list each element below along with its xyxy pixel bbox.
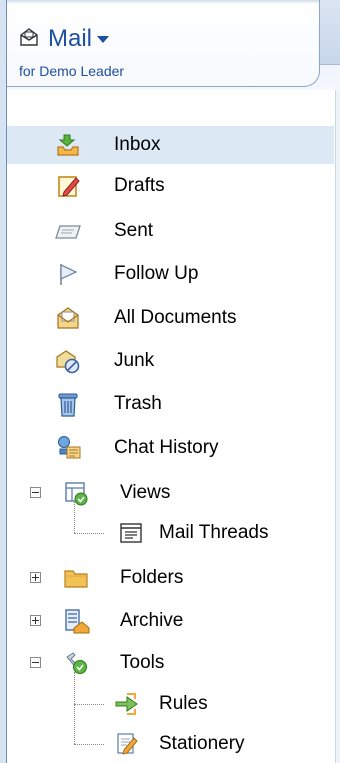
junk-icon bbox=[54, 347, 82, 375]
header-strip bbox=[320, 0, 340, 65]
nav-item-folders[interactable]: Folders bbox=[7, 559, 334, 597]
stationery-icon bbox=[113, 730, 141, 758]
views-icon bbox=[62, 479, 90, 507]
archive-icon bbox=[62, 607, 90, 635]
nav-item-label: Follow Up bbox=[114, 263, 199, 284]
expand-toggle-icon[interactable] bbox=[30, 572, 41, 583]
all-documents-icon bbox=[54, 304, 82, 332]
nav-item-label: Stationery bbox=[159, 733, 245, 754]
nav-item-label: Tools bbox=[120, 652, 165, 673]
sent-icon bbox=[54, 217, 82, 245]
drafts-icon bbox=[54, 172, 82, 200]
collapse-toggle-icon[interactable] bbox=[30, 657, 41, 668]
nav-item-mail-threads[interactable]: Mail Threads bbox=[7, 514, 334, 552]
app-title: Mail bbox=[48, 25, 93, 52]
rules-icon bbox=[113, 690, 141, 718]
nav-item-archive[interactable]: Archive bbox=[7, 602, 334, 640]
inbox-icon bbox=[54, 131, 82, 159]
nav-item-views[interactable]: Views bbox=[7, 474, 334, 512]
nav-item-label: All Documents bbox=[114, 307, 237, 328]
nav-item-sent[interactable]: Sent bbox=[7, 212, 334, 250]
follow-up-flag-icon bbox=[54, 260, 82, 288]
nav-item-label: Mail Threads bbox=[159, 522, 269, 543]
nav-item-rules[interactable]: Rules bbox=[7, 685, 334, 723]
nav-item-inbox[interactable]: Inbox bbox=[7, 126, 334, 164]
mail-threads-icon bbox=[117, 519, 145, 547]
tools-icon bbox=[62, 649, 90, 677]
chat-history-icon bbox=[54, 434, 82, 462]
app-switcher-button[interactable]: Mail bbox=[18, 24, 110, 54]
nav-item-label: Rules bbox=[159, 693, 208, 714]
nav-item-label: Archive bbox=[120, 610, 184, 631]
nav-item-drafts[interactable]: Drafts bbox=[7, 167, 334, 205]
scrollbar-track[interactable] bbox=[335, 0, 340, 763]
nav-item-label: Drafts bbox=[114, 175, 165, 196]
nav-item-junk[interactable]: Junk bbox=[7, 342, 334, 380]
nav-item-tools[interactable]: Tools bbox=[7, 644, 334, 682]
nav-item-label: Junk bbox=[114, 350, 155, 371]
nav-item-label: Trash bbox=[114, 393, 162, 414]
nav-item-label: Chat History bbox=[114, 437, 219, 458]
nav-item-label: Inbox bbox=[114, 134, 161, 155]
nav-item-all-documents[interactable]: All Documents bbox=[7, 299, 334, 337]
nav-item-stationery[interactable]: Stationery bbox=[7, 725, 334, 763]
trash-icon bbox=[54, 390, 82, 418]
nav-item-trash[interactable]: Trash bbox=[7, 385, 334, 423]
account-subtitle: for Demo Leader bbox=[19, 63, 125, 79]
nav-item-chat-history[interactable]: Chat History bbox=[7, 429, 334, 467]
nav-item-follow-up[interactable]: Follow Up bbox=[7, 255, 334, 293]
mail-app-icon bbox=[18, 26, 40, 53]
nav-item-label: Views bbox=[120, 482, 171, 503]
folder-icon bbox=[62, 564, 90, 592]
expand-toggle-icon[interactable] bbox=[30, 615, 41, 626]
nav-item-label: Sent bbox=[114, 220, 154, 241]
chevron-down-icon bbox=[97, 35, 110, 43]
collapse-toggle-icon[interactable] bbox=[30, 487, 41, 498]
nav-item-label: Folders bbox=[120, 567, 184, 588]
